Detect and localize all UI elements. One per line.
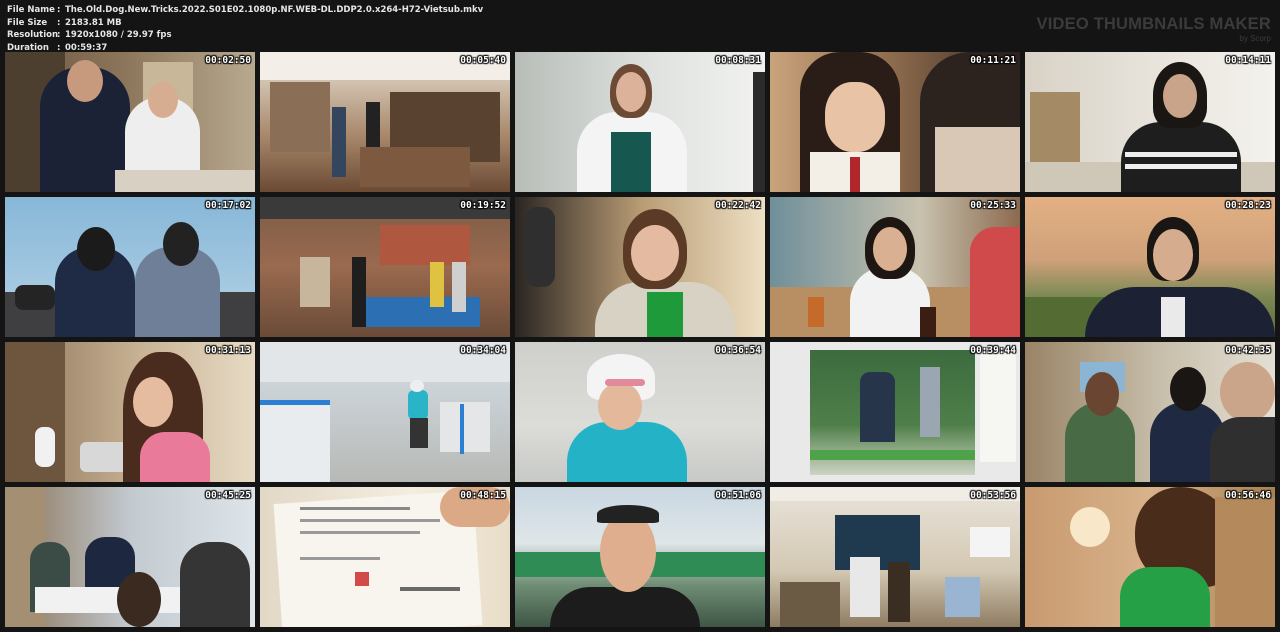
info-key: File Name [7, 5, 55, 15]
info-key: File Size [7, 17, 48, 28]
timestamp: 00:51:06 [715, 490, 761, 501]
thumbnail[interactable]: 00:02:50 [5, 52, 255, 192]
timestamp: 00:19:52 [460, 200, 506, 211]
thumbnail[interactable]: 00:48:15 [260, 487, 510, 627]
timestamp: 00:56:46 [1225, 490, 1271, 501]
timestamp: 00:48:15 [460, 490, 506, 501]
timestamp: 00:05:40 [460, 55, 506, 66]
thumbnail-grid: 00:02:50 00:05:40 00:08:31 00:11:21 00:1… [5, 52, 1275, 627]
info-key: Resolution [7, 30, 59, 41]
timestamp: 00:42:35 [1225, 345, 1271, 356]
timestamp: 00:17:02 [205, 200, 251, 211]
brand-byline: by Scorp [1239, 34, 1271, 43]
timestamp: 00:31:13 [205, 345, 251, 356]
timestamp: 00:34:04 [460, 345, 506, 356]
thumbnail[interactable]: 00:36:54 [515, 342, 765, 482]
info-value: The.Old.Dog.New.Tricks.2022.S01E02.1080p… [65, 5, 484, 15]
timestamp: 00:02:50 [205, 55, 251, 66]
thumbnail[interactable]: 00:53:56 [770, 487, 1020, 627]
thumbnail[interactable]: 00:31:13 [5, 342, 255, 482]
thumbnail[interactable]: 00:51:06 [515, 487, 765, 627]
info-value: 1920x1080 / 29.97 fps [65, 30, 172, 41]
brand-title: VIDEO THUMBNAILS MAKER [1036, 15, 1271, 33]
thumbnail[interactable]: 00:22:42 [515, 197, 765, 337]
thumbnail[interactable]: 00:19:52 [260, 197, 510, 337]
file-name-row: File Name: The.Old.Dog.New.Tricks.2022.S… [7, 5, 484, 15]
timestamp: 00:11:21 [970, 55, 1016, 66]
thumbnail[interactable]: 00:28:23 [1025, 197, 1275, 337]
thumbnail[interactable]: 00:45:25 [5, 487, 255, 627]
thumbnail[interactable]: 00:34:04 [260, 342, 510, 482]
thumbnail[interactable]: 00:39:44 [770, 342, 1020, 482]
timestamp: 00:22:42 [715, 200, 761, 211]
brand-watermark: VIDEO THUMBNAILS MAKER by Scorp [1037, 15, 1271, 43]
file-size-row: File Size: 2183.81 MB [7, 17, 122, 28]
info-value: 2183.81 MB [65, 17, 122, 28]
thumbnail[interactable]: 00:17:02 [5, 197, 255, 337]
resolution-row: Resolution: 1920x1080 / 29.97 fps [7, 30, 172, 41]
timestamp: 00:08:31 [715, 55, 761, 66]
timestamp: 00:36:54 [715, 345, 761, 356]
thumbnail[interactable]: 00:25:33 [770, 197, 1020, 337]
thumbnail[interactable]: 00:14:11 [1025, 52, 1275, 192]
thumbnail[interactable]: 00:08:31 [515, 52, 765, 192]
timestamp: 00:14:11 [1225, 55, 1271, 66]
thumbnail[interactable]: 00:11:21 [770, 52, 1020, 192]
timestamp: 00:45:25 [205, 490, 251, 501]
timestamp: 00:39:44 [970, 345, 1016, 356]
thumbnail[interactable]: 00:42:35 [1025, 342, 1275, 482]
thumbnail[interactable]: 00:56:46 [1025, 487, 1275, 627]
file-info-panel: File Name: The.Old.Dog.New.Tricks.2022.S… [7, 4, 483, 54]
timestamp: 00:28:23 [1225, 200, 1271, 211]
timestamp: 00:25:33 [970, 200, 1016, 211]
timestamp: 00:53:56 [970, 490, 1016, 501]
thumbnail[interactable]: 00:05:40 [260, 52, 510, 192]
